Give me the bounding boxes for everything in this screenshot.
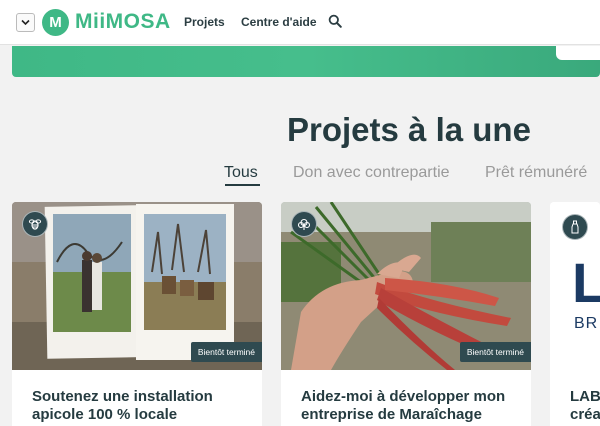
hero-banner — [12, 46, 600, 77]
top-header: M MiiMOSA Projets Centre d'aide — [0, 0, 600, 45]
logo-badge-icon: M — [42, 8, 69, 36]
search-icon[interactable] — [328, 14, 342, 28]
menu-dropdown-button[interactable] — [16, 13, 35, 32]
nav-link-centre-aide[interactable]: Centre d'aide — [241, 15, 317, 29]
project-title-line: créa — [570, 406, 600, 423]
status-badge: Bientôt terminé — [190, 342, 262, 362]
nav-link-projets[interactable]: Projets — [184, 15, 225, 29]
project-title[interactable]: LAB créa — [570, 388, 600, 424]
category-badge — [22, 211, 48, 237]
miimosa-logo[interactable]: M MiiMOSA — [42, 8, 171, 36]
bottle-icon — [571, 220, 579, 234]
chevron-down-icon — [21, 19, 30, 26]
project-card[interactable]: Bientôt terminé Aidez-moi à développer m… — [281, 202, 531, 426]
status-badge: Bientôt terminé — [459, 342, 531, 362]
bee-icon — [28, 219, 42, 230]
tab-active-underline — [225, 184, 260, 186]
tab-tous[interactable]: Tous — [224, 164, 258, 182]
page: M MiiMOSA Projets Centre d'aide Projets … — [0, 0, 600, 426]
project-title[interactable]: Soutenez une installation apicole 100 % … — [32, 388, 252, 424]
tab-don-avec-contrepartie[interactable]: Don avec contrepartie — [293, 164, 450, 182]
image-logo-subtext: BR — [574, 315, 599, 332]
project-card[interactable]: L BR LAB créa — [550, 202, 600, 426]
category-badge — [562, 214, 588, 240]
project-title-line: LAB — [570, 388, 600, 405]
project-image: Bientôt terminé — [12, 202, 262, 370]
banner-corner-panel — [556, 46, 600, 60]
logo-text: MiiMOSA — [75, 10, 171, 33]
project-card[interactable]: Bientôt terminé Soutenez une installatio… — [12, 202, 262, 426]
image-logo-letter: L — [572, 251, 600, 314]
tab-pret-remunere[interactable]: Prêt rémunéré — [485, 164, 587, 182]
plant-icon — [297, 218, 311, 230]
project-title[interactable]: Aidez-moi à développer mon entreprise de… — [301, 388, 521, 424]
project-image: L BR — [550, 202, 600, 370]
project-image: Bientôt terminé — [281, 202, 531, 370]
category-badge — [291, 211, 317, 237]
section-title: Projets à la une — [287, 111, 531, 148]
